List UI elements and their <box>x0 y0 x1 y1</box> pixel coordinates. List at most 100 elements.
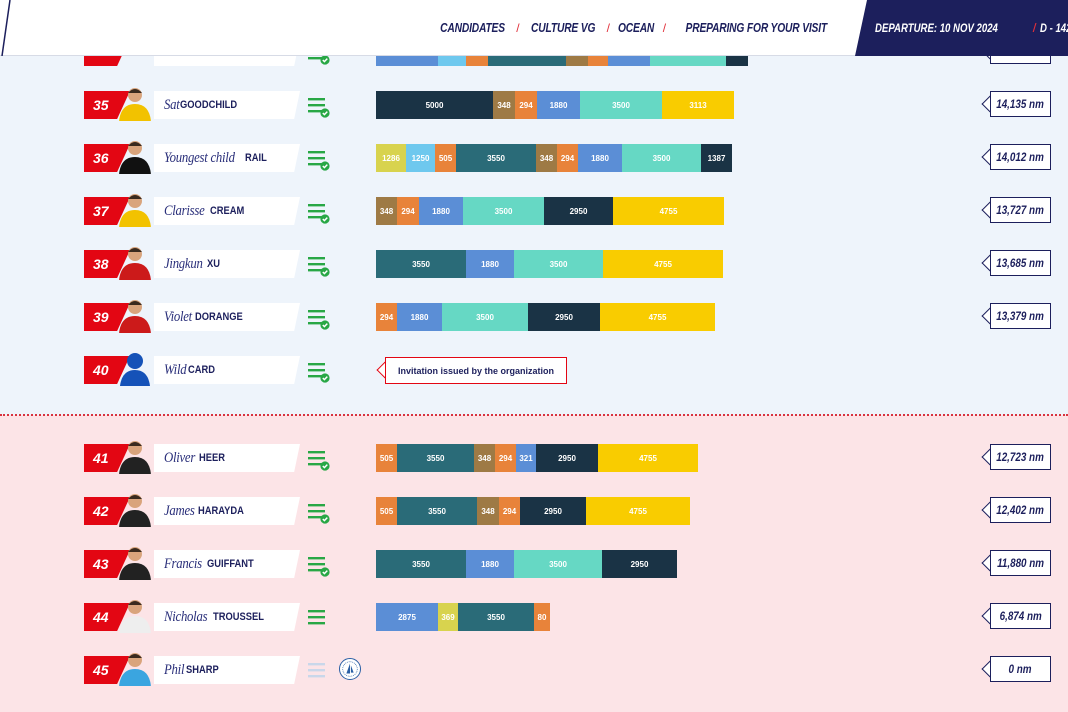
race-segment[interactable]: 294 <box>499 497 520 525</box>
skipper-avatar <box>116 595 154 633</box>
skipper-avatar <box>116 436 154 474</box>
race-segment[interactable]: 505 <box>435 144 456 172</box>
race-segment[interactable]: 1880 <box>419 197 463 225</box>
skipper-first-name: Violet <box>164 308 192 325</box>
skipper-name[interactable]: Jingkun XU <box>154 250 300 278</box>
race-segment[interactable]: 505 <box>376 444 397 472</box>
race-segment[interactable]: 294 <box>495 444 516 472</box>
race-segment[interactable]: 3500 <box>514 550 602 578</box>
race-segment[interactable]: 4755 <box>613 197 724 225</box>
nav-preparing-visit[interactable]: PREPARING FOR YOUR VISIT <box>686 21 828 35</box>
race-segment[interactable]: 3500 <box>514 250 603 278</box>
skipper-name[interactable]: Violet DORANGE <box>154 303 300 331</box>
race-segment[interactable]: 3500 <box>442 303 528 331</box>
skipper-name[interactable]: Sat GOODCHILD <box>154 91 300 119</box>
table-row: 41 Oliver HEER 505 3550 348 294 321 2950 4755 12,7… <box>0 441 1068 474</box>
race-segment[interactable]: 1286 <box>376 144 406 172</box>
race-segment[interactable]: 294 <box>515 91 537 119</box>
race-segment[interactable]: 1880 <box>466 550 514 578</box>
race-bars: 3550 1880 3500 4755 <box>376 250 723 278</box>
nav-ocean[interactable]: OCEAN <box>618 21 654 35</box>
skipper-first-name: Jingkun <box>164 255 203 272</box>
race-segment[interactable]: 4755 <box>603 250 723 278</box>
certification-seal-icon <box>339 658 361 680</box>
skipper-name[interactable]: Youngest child RAIL <box>154 144 300 172</box>
race-segment[interactable]: 348 <box>477 497 499 525</box>
skipper-name[interactable]: James HARAYDA <box>154 497 300 525</box>
race-segment[interactable]: 1880 <box>537 91 580 119</box>
qualified-list-icon[interactable] <box>307 554 331 578</box>
table-row: 43 Francis GUIFFANT 3550 1880 3500 2950 11,880 … <box>0 547 1068 580</box>
race-segment[interactable]: 3500 <box>622 144 701 172</box>
race-segment[interactable]: 348 <box>536 144 557 172</box>
race-segment[interactable]: 3550 <box>458 603 534 631</box>
skipper-name[interactable]: Wild CARD <box>154 356 300 384</box>
race-segment[interactable]: 321 <box>516 444 536 472</box>
race-segment[interactable]: 2950 <box>528 303 600 331</box>
race-segment[interactable]: 2950 <box>536 444 598 472</box>
skipper-avatar <box>116 489 154 527</box>
skipper-first-name: Nicholas <box>164 608 208 625</box>
race-segment[interactable]: 348 <box>493 91 515 119</box>
distance-box: 11,880 nm <box>990 550 1051 576</box>
race-segment[interactable]: 4755 <box>598 444 698 472</box>
qualified-list-icon[interactable] <box>307 448 331 472</box>
table-row: 45 Phil SHARP 0 nm <box>0 653 1068 686</box>
distance-value: 11,880 nm <box>997 556 1044 570</box>
skipper-name[interactable]: Oliver HEER <box>154 444 300 472</box>
distance-box: 13,727 nm <box>990 197 1051 223</box>
header-slash-decoration <box>1 0 11 56</box>
skipper-name[interactable]: Clarisse CREAM <box>154 197 300 225</box>
distance-value: 13,685 nm <box>996 256 1045 270</box>
list-icon[interactable] <box>307 607 331 631</box>
race-segment[interactable]: 3113 <box>662 91 734 119</box>
skipper-name[interactable]: Phil SHARP <box>154 656 300 684</box>
race-segment[interactable]: 348 <box>376 197 397 225</box>
qualified-list-icon[interactable] <box>307 501 331 525</box>
qualified-list-icon[interactable] <box>307 360 331 384</box>
race-segment[interactable]: 80 <box>534 603 550 631</box>
race-segment[interactable]: 294 <box>376 303 397 331</box>
race-segment[interactable]: 3550 <box>397 444 474 472</box>
race-segment[interactable]: 2875 <box>376 603 438 631</box>
nav-separator: / <box>512 21 523 35</box>
race-segment[interactable]: 369 <box>438 603 458 631</box>
race-segment[interactable]: 3550 <box>376 250 466 278</box>
race-segment[interactable]: 1880 <box>578 144 622 172</box>
qualified-list-icon[interactable] <box>307 201 331 225</box>
race-segment[interactable]: 294 <box>557 144 578 172</box>
qualified-list-icon[interactable] <box>307 95 331 119</box>
race-segment[interactable]: 1387 <box>701 144 732 172</box>
site-header: CANDIDATES / CULTURE VG / OCEAN / PREPAR… <box>0 0 1068 56</box>
skipper-last-name: GOODCHILD <box>180 99 238 111</box>
distance-box: 13,379 nm <box>990 303 1051 329</box>
race-segment[interactable]: 294 <box>397 197 419 225</box>
race-segment[interactable]: 2950 <box>602 550 677 578</box>
race-segment[interactable]: 2950 <box>544 197 613 225</box>
race-segment[interactable]: 2950 <box>520 497 586 525</box>
race-segment[interactable]: 3500 <box>463 197 544 225</box>
nav-candidates[interactable]: CANDIDATES <box>440 21 505 35</box>
qualified-list-icon[interactable] <box>307 148 331 172</box>
race-segment[interactable]: 3500 <box>580 91 662 119</box>
race-segment[interactable]: 1250 <box>406 144 435 172</box>
race-segment[interactable]: 3550 <box>456 144 536 172</box>
qualified-list-icon[interactable] <box>307 307 331 331</box>
race-segment[interactable]: 4755 <box>586 497 690 525</box>
race-segment[interactable]: 1880 <box>466 250 514 278</box>
skipper-name[interactable]: Nicholas TROUSSEL <box>154 603 300 631</box>
race-segment[interactable]: 3550 <box>376 550 466 578</box>
race-segment[interactable]: 348 <box>474 444 495 472</box>
race-bars: 294 1880 3500 2950 4755 <box>376 303 715 331</box>
race-segment[interactable]: 505 <box>376 497 397 525</box>
nav-culture-vg[interactable]: CULTURE VG <box>531 21 595 35</box>
race-segment[interactable]: 4755 <box>600 303 715 331</box>
qualified-list-icon[interactable] <box>307 254 331 278</box>
main-nav: CANDIDATES / CULTURE VG / OCEAN / PREPAR… <box>433 0 843 56</box>
race-segment[interactable]: 3550 <box>397 497 477 525</box>
list-icon[interactable] <box>307 660 331 684</box>
race-segment[interactable]: 1880 <box>397 303 442 331</box>
race-segment[interactable]: 5000 <box>376 91 493 119</box>
distance-value: 14,135 nm <box>996 97 1045 111</box>
skipper-name[interactable]: Francis GUIFFANT <box>154 550 300 578</box>
